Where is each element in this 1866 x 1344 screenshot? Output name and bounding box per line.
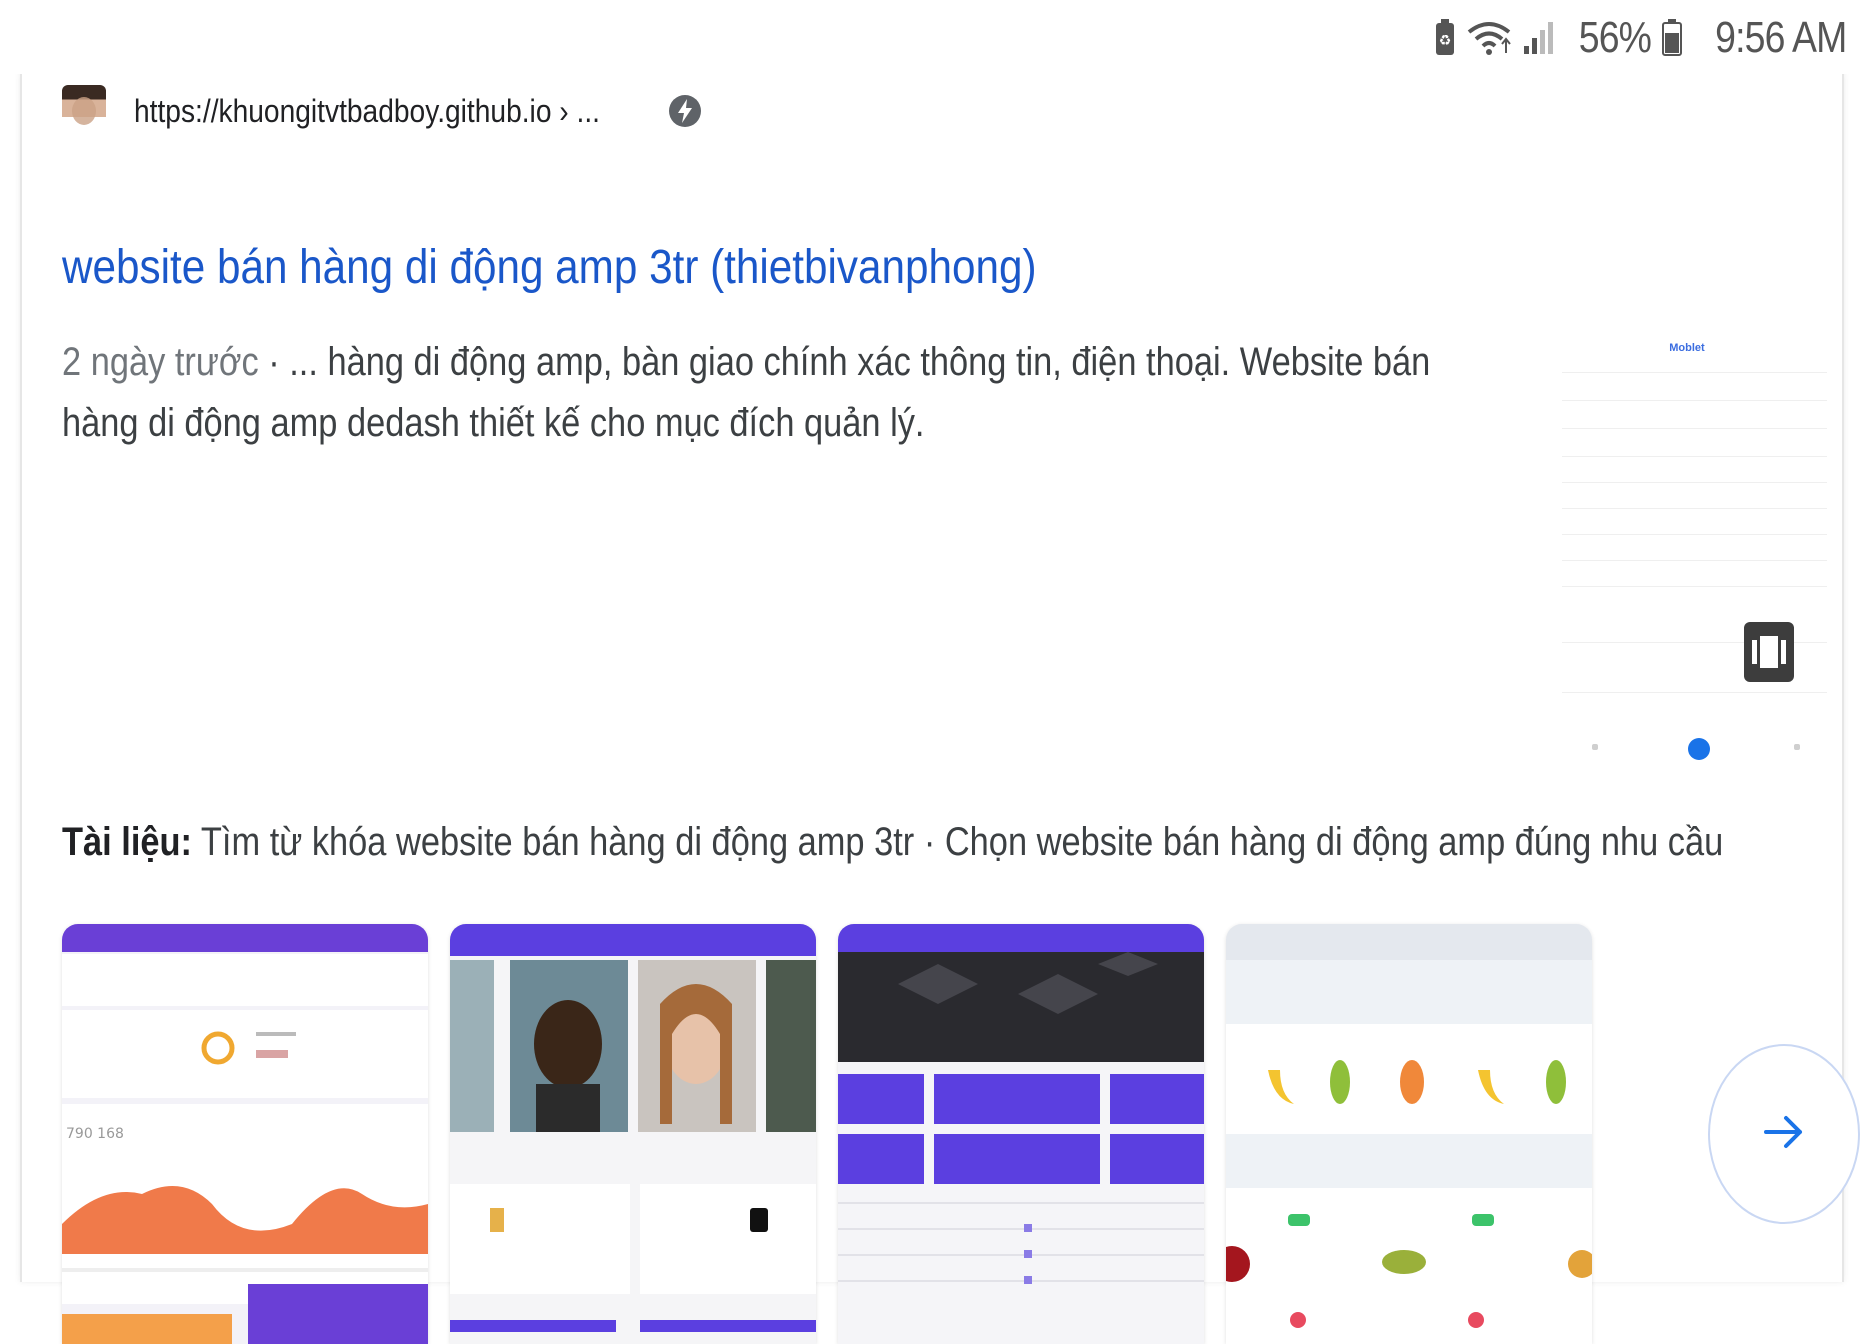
snippet-date: 2 ngày trước: [62, 340, 259, 384]
battery-percent: 56%: [1579, 13, 1652, 62]
signal-icon: [1522, 20, 1556, 56]
search-result-card: https://khuongitvtbadboy.github.io › ...…: [20, 72, 1844, 1344]
battery-saver-icon: ♻: [1434, 19, 1456, 57]
carousel-next-button[interactable]: [1708, 1044, 1860, 1224]
result-thumbnail[interactable]: Moblet: [1542, 342, 1832, 782]
arrow-right-icon: [1760, 1108, 1808, 1161]
carousel-image-profiles[interactable]: [450, 924, 816, 1344]
document-label: Tài liệu:: [62, 820, 192, 864]
source-url[interactable]: https://khuongitvtbadboy.github.io › ...: [134, 93, 600, 130]
snippet-text: · ... hàng di động amp, bàn giao chính x…: [62, 340, 1431, 445]
carousel-image-app-menu[interactable]: [838, 924, 1204, 1344]
status-bar: ♻ 56% 9:56 AM: [0, 0, 1866, 74]
carousel-image-fruit-shop[interactable]: [1226, 924, 1592, 1344]
result-source[interactable]: https://khuongitvtbadboy.github.io › ...: [62, 76, 702, 146]
wifi-icon: [1466, 20, 1512, 56]
carousel-image-dashboard[interactable]: 790 168: [62, 924, 428, 1344]
clock: 9:56 AM: [1714, 13, 1847, 62]
result-title-link[interactable]: website bán hàng di động amp 3tr (thietb…: [62, 240, 1037, 295]
favicon-avatar: [62, 85, 106, 137]
thumbnail-caption: Moblet: [1669, 342, 1705, 354]
thumbnail-dot: [1688, 738, 1710, 760]
document-text: Tìm từ khóa website bán hàng di động amp…: [191, 820, 1724, 864]
amp-lightning-icon: [668, 94, 702, 128]
carousel-icon[interactable]: [1744, 622, 1794, 682]
svg-text:790 168: 790 168: [66, 1126, 124, 1142]
battery-icon: [1661, 19, 1682, 57]
document-line: Tài liệu: Tìm từ khóa website bán hàng d…: [62, 820, 1723, 865]
result-snippet: 2 ngày trước · ... hàng di động amp, bàn…: [62, 332, 1507, 454]
status-icons: ♻ 56% 9:56 AM: [1434, 8, 1847, 68]
svg-text:♻: ♻: [1439, 33, 1452, 49]
